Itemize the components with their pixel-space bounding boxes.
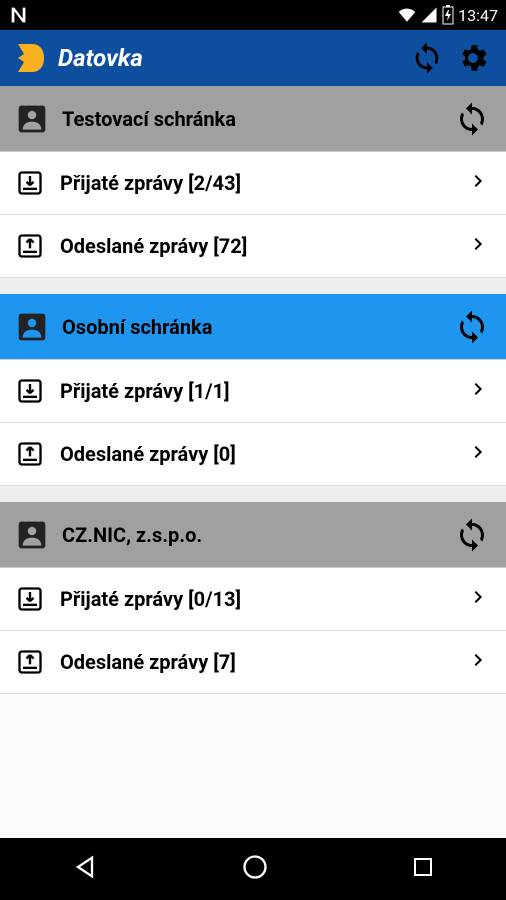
account-header[interactable]: Osobní schránka [0,294,506,360]
inbox-icon [16,377,44,405]
account-list: Testovací schránka Přijaté zprávy [2/43] O… [0,86,506,694]
android-status-bar: × 13:47 [0,0,506,30]
outbox-icon [16,648,44,676]
folder-label: Odeslané zprávy [7] [60,650,470,674]
account-sync-button[interactable] [454,309,490,345]
chevron-right-icon [470,444,490,464]
back-button[interactable] [71,853,99,885]
inbox-row[interactable]: Přijaté zprávy [0/13] [0,568,506,631]
person-icon [16,519,48,551]
app-header: Datovka [0,30,506,86]
android-nav-bar [0,838,506,900]
n-preview-icon [8,4,30,26]
app-title: Datovka [58,44,402,72]
chevron-right-icon [470,173,490,193]
sync-all-button[interactable] [406,37,448,79]
sync-icon [410,41,444,75]
outbox-row[interactable]: Odeslané zprávy [72] [0,215,506,278]
chevron-right-icon [470,589,490,609]
outbox-icon [16,232,44,260]
chevron-right-icon [470,652,490,672]
account-gap [0,486,506,502]
home-button[interactable] [241,853,269,885]
chevron-right-icon [470,236,490,256]
outbox-row[interactable]: Odeslané zprávy [0] [0,423,506,486]
battery-charging-icon [442,5,454,25]
gear-icon [456,41,490,75]
account-sync-button[interactable] [454,101,490,137]
account-sync-button[interactable] [454,517,490,553]
folder-label: Odeslané zprávy [0] [60,442,470,466]
app-logo-icon [12,40,48,76]
recents-button[interactable] [411,855,435,883]
outbox-icon [16,440,44,468]
account-name: Testovací schránka [62,107,454,131]
folder-label: Přijaté zprávy [1/1] [60,379,470,403]
person-icon [16,103,48,135]
settings-button[interactable] [452,37,494,79]
wifi-icon [398,6,416,24]
account-name: Osobní schránka [62,315,454,339]
account-header[interactable]: CZ.NIC, z.s.p.o. [0,502,506,568]
folder-label: Přijaté zprávy [0/13] [60,587,470,611]
inbox-icon [16,585,44,613]
outbox-row[interactable]: Odeslané zprávy [7] [0,631,506,694]
person-icon [16,311,48,343]
folder-label: Odeslané zprávy [72] [60,234,470,258]
inbox-row[interactable]: Přijaté zprávy [2/43] [0,152,506,215]
account-gap [0,278,506,294]
folder-label: Přijaté zprávy [2/43] [60,171,470,195]
signal-icon: × [420,6,438,24]
inbox-row[interactable]: Přijaté zprávy [1/1] [0,360,506,423]
account-name: CZ.NIC, z.s.p.o. [62,523,454,547]
svg-text:×: × [425,10,429,19]
account-header[interactable]: Testovací schránka [0,86,506,152]
status-time: 13:47 [458,6,498,25]
chevron-right-icon [470,381,490,401]
inbox-icon [16,169,44,197]
